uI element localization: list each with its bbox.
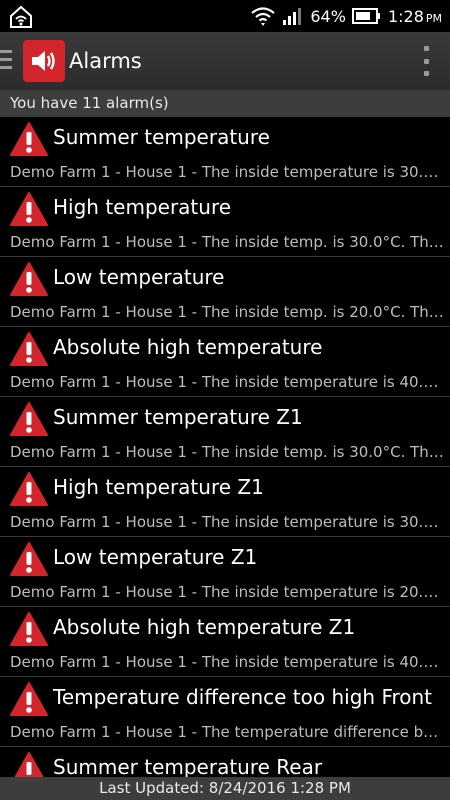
signal-icon (283, 8, 302, 25)
overflow-menu-icon[interactable] (422, 46, 430, 76)
alarm-count-header: You have 11 alarm(s) (0, 90, 450, 117)
alarm-list-item[interactable]: Temperature difference too high Front Dem… (0, 677, 450, 747)
alarm-description: Demo Farm 1 - House 1 - The inside tempe… (10, 513, 446, 531)
alarm-title: Absolute high temperature Z1 (53, 615, 356, 639)
alarm-title: Temperature difference too high Front (53, 685, 433, 709)
warning-icon (10, 262, 48, 296)
alarm-description: Demo Farm 1 - House 1 - The inside tempe… (10, 653, 446, 671)
battery-percent: 64% (310, 6, 346, 26)
warning-icon (10, 192, 48, 226)
page-title: Alarms (69, 49, 142, 73)
home-wifi-notification-icon (10, 5, 32, 28)
alarm-list-item[interactable]: Summer temperature Demo Farm 1 - House 1 … (0, 117, 450, 187)
warning-icon (10, 682, 48, 716)
last-updated-footer: Last Updated: 8/24/2016 1:28 PM (0, 777, 450, 800)
alarm-list-item[interactable]: Summer temperature Z1 Demo Farm 1 - House… (0, 397, 450, 467)
alarm-description: Demo Farm 1 - House 1 - The inside tempe… (10, 163, 446, 181)
alarm-list-item[interactable]: Summer temperature Rear (0, 747, 450, 777)
warning-icon (14, 752, 44, 777)
alarm-list-item[interactable]: Absolute high temperature Demo Farm 1 - H… (0, 327, 450, 397)
alarm-title: Absolute high temperature (53, 335, 323, 359)
alarm-description: Demo Farm 1 - House 1 - The inside tempe… (10, 373, 446, 391)
alarm-description: Demo Farm 1 - House 1 - The inside temp.… (10, 233, 446, 251)
wifi-icon (251, 7, 276, 26)
alarm-list-item[interactable]: High temperature Z1 Demo Farm 1 - House 1… (0, 467, 450, 537)
warning-icon (10, 122, 48, 156)
alarm-title: Summer temperature (53, 125, 270, 149)
alarm-title: High temperature (53, 195, 232, 219)
alarm-title: High temperature Z1 (53, 475, 264, 499)
status-right: 64% 1:28 PM (250, 0, 442, 32)
alarm-description: Demo Farm 1 - House 1 - The inside tempe… (10, 583, 446, 601)
alarm-description: Demo Farm 1 - House 1 - The inside temp.… (10, 303, 446, 321)
alarm-list[interactable]: Summer temperature Demo Farm 1 - House 1 … (0, 117, 450, 777)
warning-icon (10, 472, 48, 506)
alarm-description: Demo Farm 1 - House 1 - The temperature … (10, 723, 446, 741)
warning-icon (10, 612, 48, 646)
status-ampm: PM (425, 11, 442, 25)
warning-icon (10, 542, 48, 576)
alarm-title: Summer temperature Rear (53, 755, 323, 777)
warning-icon (10, 332, 48, 366)
alarm-title: Summer temperature Z1 (53, 405, 303, 429)
status-bar: 64% 1:28 PM (0, 0, 450, 32)
speaker-icon[interactable] (23, 40, 65, 82)
alarm-list-item[interactable]: Low temperature Z1 Demo Farm 1 - House 1 … (0, 537, 450, 607)
battery-icon (351, 8, 380, 24)
alarm-list-item[interactable]: Absolute high temperature Z1 Demo Farm 1 … (0, 607, 450, 677)
alarm-list-item[interactable]: High temperature Demo Farm 1 - House 1 - … (0, 187, 450, 257)
status-time: 1:28 PM (387, 6, 442, 26)
warning-icon (10, 402, 48, 436)
alarm-title: Low temperature (53, 265, 225, 289)
action-bar: Alarms (0, 32, 450, 90)
alarm-title: Low temperature Z1 (53, 545, 258, 569)
alarm-list-item[interactable]: Low temperature Demo Farm 1 - House 1 - T… (0, 257, 450, 327)
alarm-description: Demo Farm 1 - House 1 - The inside temp.… (10, 443, 446, 461)
screen: 64% 1:28PM Alarms You have 11 alarm(s) (0, 0, 450, 800)
drawer-menu-icon[interactable] (0, 50, 12, 72)
